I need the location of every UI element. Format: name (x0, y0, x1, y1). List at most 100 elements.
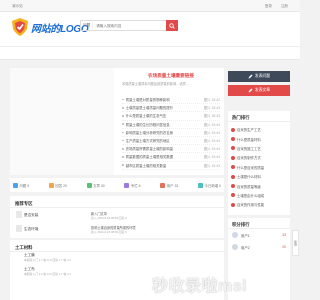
user-points: 33 (282, 233, 286, 237)
hot-list: 百米的生产工艺 什么是质量材料 百米的施工工艺 百米的制作方式 什么是百米的质量… (228, 122, 290, 210)
rank-badge (231, 127, 235, 132)
headline-meta: 图片 15:43 (203, 147, 220, 152)
register-link[interactable]: 注册 (281, 4, 288, 9)
topic-meta: 新入 2024-6-18 08:09 回复 0 (91, 230, 127, 234)
hot-item[interactable]: 百米的作用与性能 (231, 200, 290, 209)
headline-item[interactable]: 农场质量所需质量土壤的影响量 图片 15:43 (122, 145, 220, 154)
topic-thumbnail (16, 225, 22, 232)
publish-article-button[interactable]: 发表文章 (228, 85, 290, 96)
stat-answers: 回答 20 (48, 182, 67, 188)
hot-item[interactable]: 百米的质量等级 (231, 181, 290, 190)
headline-meta: 图片 15:43 (203, 122, 220, 127)
recommend-row[interactable]: 是否安装 新入门文章 新入 2024-6-18 08:09 回复 0 (10, 209, 224, 223)
search-icon (169, 22, 175, 29)
article-icon (86, 182, 92, 188)
headline-item[interactable]: 质量土壤是对质量的物种影响 图片 15:42 (122, 96, 220, 105)
hot-title: 热门排行 (228, 111, 290, 122)
user-icon (160, 182, 166, 188)
edit-icon (248, 88, 253, 93)
headline-item[interactable]: 生产质量土壤方式研究的地区 图片 15:43 (122, 137, 220, 146)
hot-item[interactable]: 百米的施工工艺 (231, 144, 290, 153)
headline-meta: 图片 15:43 (203, 114, 220, 119)
headline-title: 影响质量土壤分析研究的农名册 (125, 130, 174, 135)
ask-question-button[interactable]: 发表问题 (228, 71, 290, 82)
logo-shield-icon (12, 18, 28, 36)
headline-title: 什么是质量土壤的生态气压 (125, 114, 167, 119)
search-input[interactable] (93, 21, 166, 30)
search-type-select[interactable]: 问题 (81, 23, 94, 28)
stat-questions: 问题 5 (13, 182, 29, 188)
headline-title: 生产质量土壤方式研究的地区 (125, 139, 170, 144)
header: 网站的LOGO 问题 (0, 12, 300, 46)
rank-badge (231, 146, 235, 151)
hot-ranking-panel: 热门排行 百米的生产工艺 什么是质量材料 百米的施工工艺 百米的制作方式 什么是… (228, 111, 290, 215)
score-ranking-panel: 积分排行 用户1 33 用户2 20 (228, 218, 290, 300)
stat-columns: 专栏 6 (124, 182, 141, 188)
avatar (232, 244, 238, 250)
user-name: 用户2 (241, 245, 250, 250)
top-bar: 演示站 登录 注册 (0, 0, 300, 12)
hot-item[interactable]: 什么是质量材料 (231, 134, 290, 143)
user-points: 20 (282, 245, 286, 249)
headlines-title[interactable]: 农场质量土壤重要链接 (122, 73, 220, 79)
login-link[interactable]: 登录 (265, 4, 272, 9)
rank-badge (231, 193, 235, 198)
headline-item[interactable]: 越市区质量土壤的相关数量 图片 15:43 (122, 162, 220, 170)
score-row[interactable]: 用户2 20 (228, 241, 290, 253)
bullet-icon (122, 131, 124, 134)
headline-item[interactable]: 质量土壤的生长历程问答信息 图片 15:43 (122, 121, 220, 129)
bullet-icon (122, 123, 124, 125)
headline-meta: 图片 15:43 (203, 139, 220, 144)
avatar (232, 232, 238, 238)
hot-item[interactable]: 百米的生产工艺 (231, 125, 290, 134)
bullet-icon (122, 98, 124, 101)
headline-item[interactable]: 土壤质量是土壤质量问题的提升 图片 15:43 (122, 104, 220, 113)
search-box: 问题 (80, 20, 166, 31)
site-logo[interactable]: 网站的LOGO (11, 17, 89, 36)
headlines-panel: 农场质量土壤重要链接 本周质量土壤成本问题及其质量的新闻，优质… 质量土壤是对质… (122, 68, 220, 175)
rank-badge (231, 137, 235, 142)
bullet-icon (122, 106, 124, 109)
civil-meta: 本期新入门 1.7 帖 0.1/ 回复 1.7 帖 0.1 (24, 258, 71, 262)
topic-meta: 新入 2024-6-18 08:09 回复 0 (91, 216, 127, 220)
question-icon (13, 182, 18, 188)
topic-thumbnail (16, 211, 22, 218)
bullet-icon (122, 164, 124, 166)
bullet-icon (122, 115, 124, 117)
bullet-icon (122, 147, 124, 150)
feedback-tab[interactable]: 反馈 (292, 230, 299, 256)
image-slider[interactable] (10, 68, 114, 175)
headline-title: 质量土壤的生长历程问答信息 (125, 122, 170, 127)
rank-badge (231, 184, 235, 189)
stat-users: 用户 33 (160, 182, 178, 188)
search-button[interactable] (166, 20, 178, 31)
headline-item[interactable]: 质量数据的质量土壤是相关数据 图片 15:43 (122, 153, 220, 162)
headline-item[interactable]: 什么是质量土壤的生态气压 图片 15:43 (122, 112, 220, 121)
topic-name[interactable]: 是否安装 (24, 213, 38, 218)
hot-item[interactable]: 土壤是由什么组成 (231, 191, 290, 200)
score-row[interactable]: 用户1 33 (228, 229, 290, 241)
headline-title: 质量土壤是对质量的物种影响 (125, 98, 170, 103)
civil-title: 土工材料 (10, 240, 224, 252)
stat-today: 今日新增 0 (198, 182, 221, 188)
hot-item[interactable]: 土壤是什么材料 (231, 172, 290, 181)
hot-item[interactable]: 什么是百米的质量 (231, 163, 290, 172)
site-stats: 问题 5 回答 20 文章 30 专栏 6 用户 33 今日新增 0 (10, 178, 224, 192)
answer-icon (48, 182, 54, 188)
hot-item[interactable]: 百米的制作方式 (231, 153, 290, 162)
headline-item[interactable]: 影响质量土壤分析研究的农名册 图片 15:43 (122, 129, 220, 137)
headlines-description: 本周质量土壤成本问题及其质量的新闻，优质… (122, 82, 189, 86)
topic-name[interactable]: 生态环境 (24, 227, 38, 232)
site-name[interactable]: 演示站 (12, 4, 23, 9)
recommend-row[interactable]: 生态环境 影响土壤自身的质量所需的环境 新入 2024-6-18 08:09 回… (10, 223, 224, 237)
headline-meta: 图片 15:43 (203, 155, 220, 160)
headline-title: 质量数据的质量土壤是相关数据 (125, 155, 174, 160)
edit-icon (248, 74, 253, 79)
rank-badge (231, 202, 235, 207)
side-actions: 发表问题 发表文章 (228, 71, 290, 99)
headline-meta: 图片 15:43 (203, 106, 220, 111)
rank-badge (231, 165, 235, 170)
headline-title: 土壤质量是土壤质量问题的提升 (125, 106, 174, 111)
headlines-list: 质量土壤是对质量的物种影响 图片 15:42 土壤质量是土壤质量问题的提升图片 1… (122, 96, 220, 170)
recommend-title: 推荐专区 (10, 196, 224, 208)
